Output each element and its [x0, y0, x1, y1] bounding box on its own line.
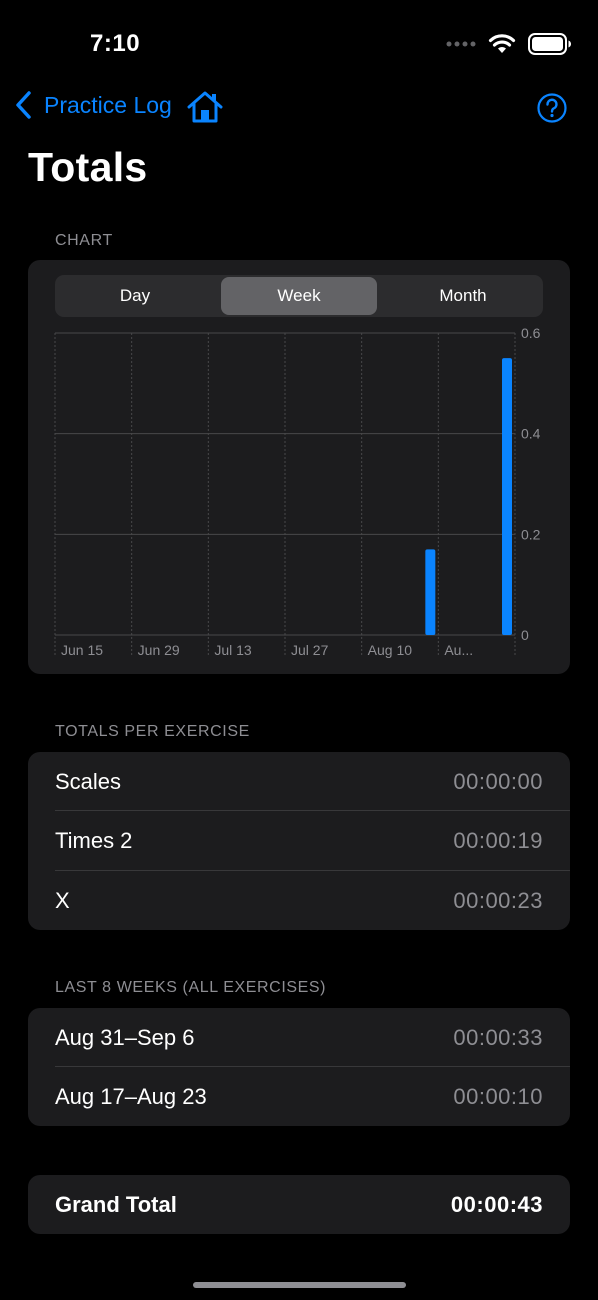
- weeks-card: Aug 31–Sep 6 00:00:33 Aug 17–Aug 23 00:0…: [28, 1008, 570, 1126]
- status-icons: [446, 32, 572, 56]
- exercise-total: 00:00:23: [453, 888, 543, 913]
- list-item: Aug 31–Sep 6 00:00:33: [28, 1008, 570, 1068]
- navigation-bar: Practice Log: [0, 88, 598, 128]
- grand-total-card: Grand Total 00:00:43: [28, 1175, 570, 1234]
- home-indicator: [193, 1282, 406, 1288]
- exercises-section-header: TOTALS PER EXERCISE: [55, 723, 250, 740]
- page-title: Totals: [28, 144, 148, 190]
- chart-section-header: CHART: [55, 232, 113, 249]
- wifi-icon: [488, 34, 516, 53]
- back-button-label: Practice Log: [44, 91, 172, 118]
- x-tick-label: Aug 10: [368, 642, 413, 658]
- chart-bar: [425, 549, 436, 635]
- y-tick-label: 0: [521, 627, 529, 643]
- week-range: Aug 17–Aug 23: [55, 1084, 207, 1109]
- y-tick-label: 0.2: [521, 526, 541, 542]
- chevron-left-icon: [16, 91, 31, 119]
- list-item: X 00:00:23: [28, 871, 570, 930]
- x-tick-label: Jun 29: [138, 642, 180, 658]
- week-range: Aug 31–Sep 6: [55, 1025, 195, 1050]
- x-tick-label: Jun 15: [61, 642, 103, 658]
- home-button[interactable]: [186, 90, 224, 124]
- exercise-total: 00:00:19: [453, 828, 543, 853]
- house-icon: [187, 91, 223, 123]
- exercise-name: Scales: [55, 769, 122, 794]
- week-total: 00:00:10: [453, 1084, 543, 1109]
- list-item: Aug 17–Aug 23 00:00:10: [28, 1067, 570, 1126]
- list-item: Scales 00:00:00: [28, 752, 570, 812]
- status-time: 7:10: [90, 30, 141, 57]
- grand-total-row: Grand Total 00:00:43: [28, 1175, 570, 1234]
- x-tick-label: Jul 27: [291, 642, 329, 658]
- list-item: Times 2 00:00:19: [28, 811, 570, 871]
- x-tick-label: Jul 13: [214, 642, 252, 658]
- exercise-total: 00:00:00: [453, 769, 543, 794]
- back-button[interactable]: Practice Log: [14, 90, 172, 120]
- y-tick-label: 0.4: [521, 426, 541, 442]
- grand-total-value: 00:00:43: [450, 1191, 543, 1217]
- week-total: 00:00:33: [453, 1025, 543, 1050]
- chart-bar: [502, 358, 512, 635]
- exercises-card: Scales 00:00:00 Times 2 00:00:19 X 00:00…: [28, 752, 570, 930]
- y-tick-label: 0.6: [521, 325, 541, 341]
- battery-icon: [528, 33, 571, 55]
- grand-total-label: Grand Total: [55, 1191, 177, 1217]
- exercise-name: Times 2: [55, 828, 133, 853]
- cellular-signal-icon: [446, 41, 476, 47]
- x-tick-label: Au...: [444, 642, 473, 658]
- weeks-section-header: LAST 8 WEEKS (ALL EXERCISES): [55, 979, 327, 996]
- exercise-name: X: [55, 888, 70, 913]
- weekly-bar-chart: 0 0.2 0.4 0.6 Jun 15 Jun 29 Jul 13 Jul 27 Aug 10…: [54, 325, 541, 658]
- status-bar: 7:10: [0, 0, 598, 90]
- question-circle-icon: [537, 93, 567, 123]
- help-button[interactable]: [536, 92, 568, 124]
- chart-card: Day Week Month 0 0.2 0.4 0.6 Jun 15 Jun 29 Jul…: [28, 260, 570, 674]
